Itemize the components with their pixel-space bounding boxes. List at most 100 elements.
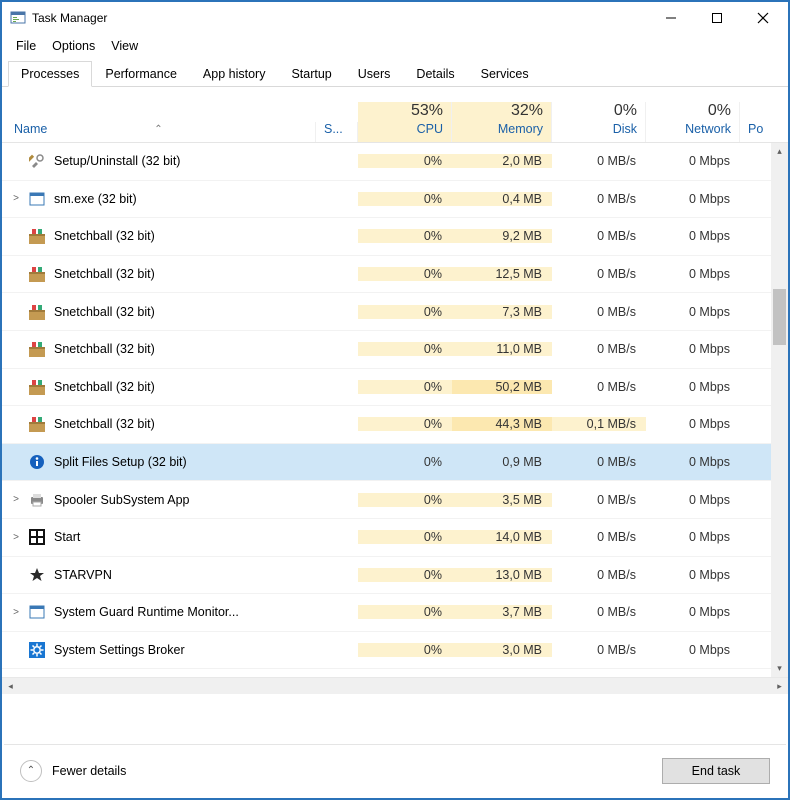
tab-details[interactable]: Details <box>403 61 467 87</box>
app-icon <box>10 10 26 26</box>
table-row[interactable]: Snetchball (32 bit)0%50,2 MB0 MB/s0 Mbps <box>2 369 788 407</box>
cell-disk: 0 MB/s <box>552 229 646 243</box>
process-icon <box>28 415 46 433</box>
cell-memory: 13,0 MB <box>452 568 552 582</box>
tab-app-history[interactable]: App history <box>190 61 279 87</box>
chevron-up-icon: ⌃ <box>20 760 42 782</box>
expand-icon[interactable]: > <box>8 494 24 505</box>
table-row[interactable]: >System Guard Runtime Monitor...0%3,7 MB… <box>2 594 788 632</box>
cell-network: 0 Mbps <box>646 530 740 544</box>
expand-icon[interactable]: > <box>8 193 24 204</box>
process-name: Snetchball (32 bit) <box>54 417 155 431</box>
close-button[interactable] <box>740 3 786 33</box>
tab-services[interactable]: Services <box>468 61 542 87</box>
vertical-scrollbar[interactable]: ▴ ▾ <box>771 143 788 677</box>
table-row[interactable]: Split Files Setup (32 bit)0%0,9 MB0 MB/s… <box>2 444 788 482</box>
column-headers: ⌃ Name S... 53% CPU 32% Memory 0% Disk 0… <box>2 87 788 143</box>
table-row[interactable]: > Start 0%14,0 MB0 MB/s0 Mbps <box>2 519 788 557</box>
process-grid: ⌃ Name S... 53% CPU 32% Memory 0% Disk 0… <box>2 87 788 694</box>
scroll-up-icon[interactable]: ▴ <box>771 143 788 160</box>
table-row[interactable]: Snetchball (32 bit)0%12,5 MB0 MB/s0 Mbps <box>2 256 788 294</box>
table-row[interactable]: Snetchball (32 bit)0%9,2 MB0 MB/s0 Mbps <box>2 218 788 256</box>
menubar: File Options View <box>2 34 788 58</box>
col-disk[interactable]: 0% Disk <box>552 102 646 142</box>
col-status-label: S... <box>324 122 349 136</box>
maximize-button[interactable] <box>694 3 740 33</box>
cell-memory: 50,2 MB <box>452 380 552 394</box>
memory-total: 32% <box>460 102 543 120</box>
cell-network: 0 Mbps <box>646 342 740 356</box>
process-name: System Settings Broker <box>54 643 185 657</box>
horizontal-scrollbar[interactable]: ◂ ▸ <box>2 677 788 694</box>
cell-disk: 0 MB/s <box>552 605 646 619</box>
col-memory-label: Memory <box>460 122 543 136</box>
tab-performance[interactable]: Performance <box>92 61 190 87</box>
cell-cpu: 0% <box>358 305 452 319</box>
cell-network: 0 Mbps <box>646 267 740 281</box>
col-power[interactable]: Po <box>740 122 770 142</box>
table-row[interactable]: System Settings Broker0%3,0 MB0 MB/s0 Mb… <box>2 632 788 670</box>
col-name[interactable]: ⌃ Name <box>2 122 316 142</box>
cell-memory: 9,2 MB <box>452 229 552 243</box>
end-task-button[interactable]: End task <box>662 758 770 784</box>
tabs: Processes Performance App history Startu… <box>2 60 788 87</box>
cell-disk: 0 MB/s <box>552 530 646 544</box>
cell-network: 0 Mbps <box>646 568 740 582</box>
cell-network: 0 Mbps <box>646 305 740 319</box>
cell-cpu: 0% <box>358 380 452 394</box>
col-network[interactable]: 0% Network <box>646 102 740 142</box>
menu-file[interactable]: File <box>8 39 44 53</box>
table-row[interactable]: >Spooler SubSystem App0%3,5 MB0 MB/s0 Mb… <box>2 481 788 519</box>
cell-disk: 0 MB/s <box>552 154 646 168</box>
expand-icon[interactable]: > <box>8 532 24 543</box>
process-name: Start <box>54 530 80 544</box>
process-name: System Guard Runtime Monitor... <box>54 605 239 619</box>
scroll-thumb[interactable] <box>773 289 786 345</box>
scroll-down-icon[interactable]: ▾ <box>771 660 788 677</box>
network-total: 0% <box>654 102 731 120</box>
cell-memory: 14,0 MB <box>452 530 552 544</box>
table-row[interactable]: >sm.exe (32 bit)0%0,4 MB0 MB/s0 Mbps <box>2 181 788 219</box>
process-icon <box>28 641 46 659</box>
col-memory[interactable]: 32% Memory <box>452 102 552 142</box>
table-row[interactable]: Snetchball (32 bit)0%11,0 MB0 MB/s0 Mbps <box>2 331 788 369</box>
cell-cpu: 0% <box>358 493 452 507</box>
scroll-right-icon[interactable]: ▸ <box>771 678 788 695</box>
process-icon <box>28 340 46 358</box>
menu-view[interactable]: View <box>103 39 146 53</box>
process-icon <box>28 190 46 208</box>
cell-cpu: 0% <box>358 267 452 281</box>
fewer-details-button[interactable]: ⌃ Fewer details <box>20 760 662 782</box>
cell-memory: 3,0 MB <box>452 643 552 657</box>
col-power-label: Po <box>748 122 762 136</box>
cell-disk: 0,1 MB/s <box>552 417 646 431</box>
disk-total: 0% <box>560 102 637 120</box>
cpu-total: 53% <box>366 102 443 120</box>
cell-disk: 0 MB/s <box>552 455 646 469</box>
tab-processes[interactable]: Processes <box>8 61 92 87</box>
table-row[interactable]: Snetchball (32 bit)0%44,3 MB0,1 MB/s0 Mb… <box>2 406 788 444</box>
col-status[interactable]: S... <box>316 122 358 142</box>
sort-ascending-icon: ⌃ <box>154 124 162 135</box>
cell-disk: 0 MB/s <box>552 267 646 281</box>
cell-memory: 7,3 MB <box>452 305 552 319</box>
minimize-button[interactable] <box>648 3 694 33</box>
col-cpu[interactable]: 53% CPU <box>358 102 452 142</box>
tab-users[interactable]: Users <box>345 61 404 87</box>
cell-cpu: 0% <box>358 417 452 431</box>
window-title: Task Manager <box>32 11 648 25</box>
table-row[interactable]: STARVPN0%13,0 MB0 MB/s0 Mbps <box>2 557 788 595</box>
process-name: sm.exe (32 bit) <box>54 192 137 206</box>
menu-options[interactable]: Options <box>44 39 103 53</box>
table-row[interactable]: Setup/Uninstall (32 bit)0%2,0 MB0 MB/s0 … <box>2 143 788 181</box>
tab-startup[interactable]: Startup <box>278 61 344 87</box>
process-name: STARVPN <box>54 568 112 582</box>
table-row[interactable]: Snetchball (32 bit)0%7,3 MB0 MB/s0 Mbps <box>2 293 788 331</box>
grid-body: Setup/Uninstall (32 bit)0%2,0 MB0 MB/s0 … <box>2 143 788 677</box>
col-network-label: Network <box>654 122 731 136</box>
cell-memory: 3,5 MB <box>452 493 552 507</box>
expand-icon[interactable]: > <box>8 607 24 618</box>
cell-network: 0 Mbps <box>646 380 740 394</box>
scroll-left-icon[interactable]: ◂ <box>2 678 19 695</box>
cell-cpu: 0% <box>358 530 452 544</box>
